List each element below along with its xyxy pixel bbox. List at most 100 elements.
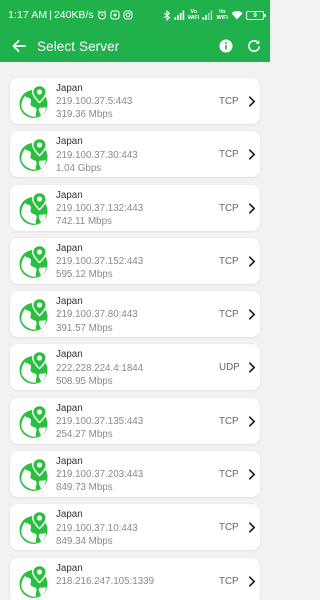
server-speed: 1.04 Gbps bbox=[56, 162, 102, 174]
chevron-right-icon bbox=[248, 416, 256, 427]
instagram-icon bbox=[123, 10, 133, 20]
server-protocol: TCP bbox=[219, 522, 239, 534]
server-list: Japan 219.100.37.5:443 319.36 Mbps TCP J… bbox=[0, 78, 270, 600]
bluetooth-icon bbox=[163, 9, 171, 21]
server-country: Japan bbox=[56, 189, 83, 201]
server-address: 219.100.37.132:443 bbox=[56, 202, 144, 214]
notification-icon bbox=[110, 10, 120, 20]
server-item[interactable]: Japan 219.100.37.80:443 391.57 Mbps TCP bbox=[10, 291, 260, 338]
app-bar-actions bbox=[218, 38, 262, 54]
server-protocol: TCP bbox=[219, 575, 239, 587]
server-country: Japan bbox=[56, 136, 83, 148]
globe-pin-icon bbox=[19, 244, 48, 278]
server-info: Japan 219.100.37.30:443 1.04 Gbps bbox=[56, 135, 138, 175]
chevron-right-icon bbox=[248, 522, 256, 534]
globe-pin-icon bbox=[19, 404, 48, 438]
server-speed: 319.36 Mbps bbox=[56, 109, 113, 121]
server-speed: 508.95 Mbps bbox=[56, 375, 113, 387]
status-bar: 1:17 AM | 240KB/s Vo WiFi Vo WiFi 9 bbox=[0, 0, 270, 30]
chevron-right-icon bbox=[248, 309, 256, 320]
server-item[interactable]: Japan 218.216.247.105:1339 TCP bbox=[10, 557, 260, 600]
server-item[interactable]: Japan 222.228.224.4:1844 508.95 Mbps UDP bbox=[10, 344, 260, 391]
server-protocol: TCP bbox=[219, 309, 239, 321]
server-country: Japan bbox=[56, 349, 83, 361]
server-address: 219.100.37.10:443 bbox=[56, 522, 138, 534]
server-country: Japan bbox=[56, 509, 83, 521]
refresh-button[interactable] bbox=[246, 38, 262, 54]
server-speed: 391.57 Mbps bbox=[56, 322, 113, 334]
server-info: Japan 219.100.37.152:443 595.12 Mbps bbox=[56, 242, 143, 282]
server-country: Japan bbox=[56, 83, 83, 94]
server-address: 218.216.247.105:1339 bbox=[56, 575, 155, 587]
status-left-icons bbox=[97, 10, 133, 20]
server-info: Japan 218.216.247.105:1339 bbox=[56, 562, 154, 588]
server-info: Japan 219.100.37.132:443 742.11 Mbps bbox=[56, 189, 143, 229]
server-protocol: TCP bbox=[219, 469, 239, 481]
server-info: Japan 219.100.37.10:443 849.34 Mbps bbox=[56, 508, 138, 548]
globe-pin-icon bbox=[19, 351, 48, 385]
globe-pin-icon bbox=[19, 84, 48, 118]
globe-pin-icon bbox=[19, 191, 48, 225]
server-info: Japan 222.228.224.4:1844 508.95 Mbps bbox=[56, 348, 143, 388]
server-country: Japan bbox=[56, 242, 83, 254]
status-net-speed: 240KB/s bbox=[53, 9, 94, 21]
server-address: 219.100.37.80:443 bbox=[56, 309, 138, 321]
server-item[interactable]: Japan 219.100.37.10:443 849.34 Mbps TCP bbox=[10, 504, 260, 551]
server-speed: 849.34 Mbps bbox=[56, 535, 113, 547]
server-country: Japan bbox=[56, 402, 83, 414]
server-protocol: TCP bbox=[219, 149, 239, 161]
globe-pin-icon bbox=[19, 138, 48, 172]
server-item[interactable]: Japan 219.100.37.30:443 1.04 Gbps TCP bbox=[10, 131, 260, 178]
vowifi-label-1: Vo WiFi bbox=[187, 9, 200, 21]
server-info: Japan 219.100.37.80:443 391.57 Mbps bbox=[56, 295, 138, 335]
chevron-right-icon bbox=[248, 256, 256, 267]
server-address: 219.100.37.30:443 bbox=[56, 149, 138, 161]
chevron-right-icon bbox=[248, 202, 256, 214]
globe-pin-icon bbox=[19, 297, 48, 332]
server-protocol: TCP bbox=[219, 255, 239, 267]
server-country: Japan bbox=[56, 562, 83, 574]
server-address: 219.100.37.135:443 bbox=[56, 415, 144, 427]
server-item[interactable]: Japan 219.100.37.152:443 595.12 Mbps TCP bbox=[10, 237, 260, 284]
server-item[interactable]: Japan 219.100.37.5:443 319.36 Mbps TCP bbox=[10, 78, 260, 124]
chevron-right-icon bbox=[248, 469, 256, 480]
chevron-right-icon bbox=[248, 576, 256, 587]
back-button[interactable] bbox=[10, 37, 28, 55]
server-info: Japan 219.100.37.135:443 254.27 Mbps bbox=[56, 402, 143, 442]
server-item[interactable]: Japan 219.100.37.132:443 742.11 Mbps TCP bbox=[10, 184, 260, 231]
page-title: Select Server bbox=[37, 38, 120, 54]
server-item[interactable]: Japan 219.100.37.203:443 849.73 Mbps TCP bbox=[10, 451, 260, 498]
server-address: 219.100.37.203:443 bbox=[56, 469, 144, 481]
server-protocol: TCP bbox=[219, 415, 239, 427]
app-bar: Select Server bbox=[0, 30, 270, 62]
server-info: Japan 219.100.37.203:443 849.73 Mbps bbox=[56, 455, 143, 495]
server-address: 222.228.224.4:1844 bbox=[56, 362, 144, 374]
server-country: Japan bbox=[56, 296, 83, 308]
globe-pin-icon bbox=[19, 457, 48, 492]
chevron-right-icon bbox=[248, 362, 256, 374]
arrow-left-icon bbox=[12, 40, 26, 52]
alarm-icon bbox=[97, 10, 106, 20]
refresh-icon bbox=[248, 39, 260, 52]
info-button[interactable] bbox=[218, 38, 234, 54]
chevron-right-icon bbox=[248, 149, 256, 160]
globe-pin-icon bbox=[19, 564, 48, 598]
battery-indicator: 9 bbox=[246, 10, 266, 20]
server-country: Japan bbox=[56, 456, 83, 468]
status-right-icons: Vo WiFi Vo WiFi 9 bbox=[163, 9, 266, 21]
server-speed: 742.11 Mbps bbox=[56, 216, 112, 227]
status-separator: | bbox=[49, 9, 52, 21]
signal-icon-2 bbox=[202, 10, 213, 20]
server-speed: 595.12 Mbps bbox=[56, 269, 113, 281]
server-speed: 849.73 Mbps bbox=[56, 482, 113, 494]
chevron-right-icon bbox=[248, 96, 256, 107]
globe-pin-icon bbox=[19, 511, 48, 545]
server-protocol: TCP bbox=[219, 202, 239, 214]
server-protocol: TCP bbox=[219, 96, 239, 107]
server-item[interactable]: Japan 219.100.37.135:443 254.27 Mbps TCP bbox=[10, 397, 260, 444]
status-time: 1:17 AM bbox=[8, 9, 48, 21]
server-speed: 254.27 Mbps bbox=[56, 429, 113, 441]
signal-icon-1 bbox=[174, 10, 185, 20]
wifi-icon bbox=[231, 11, 243, 20]
server-address: 219.100.37.5:443 bbox=[56, 96, 133, 108]
